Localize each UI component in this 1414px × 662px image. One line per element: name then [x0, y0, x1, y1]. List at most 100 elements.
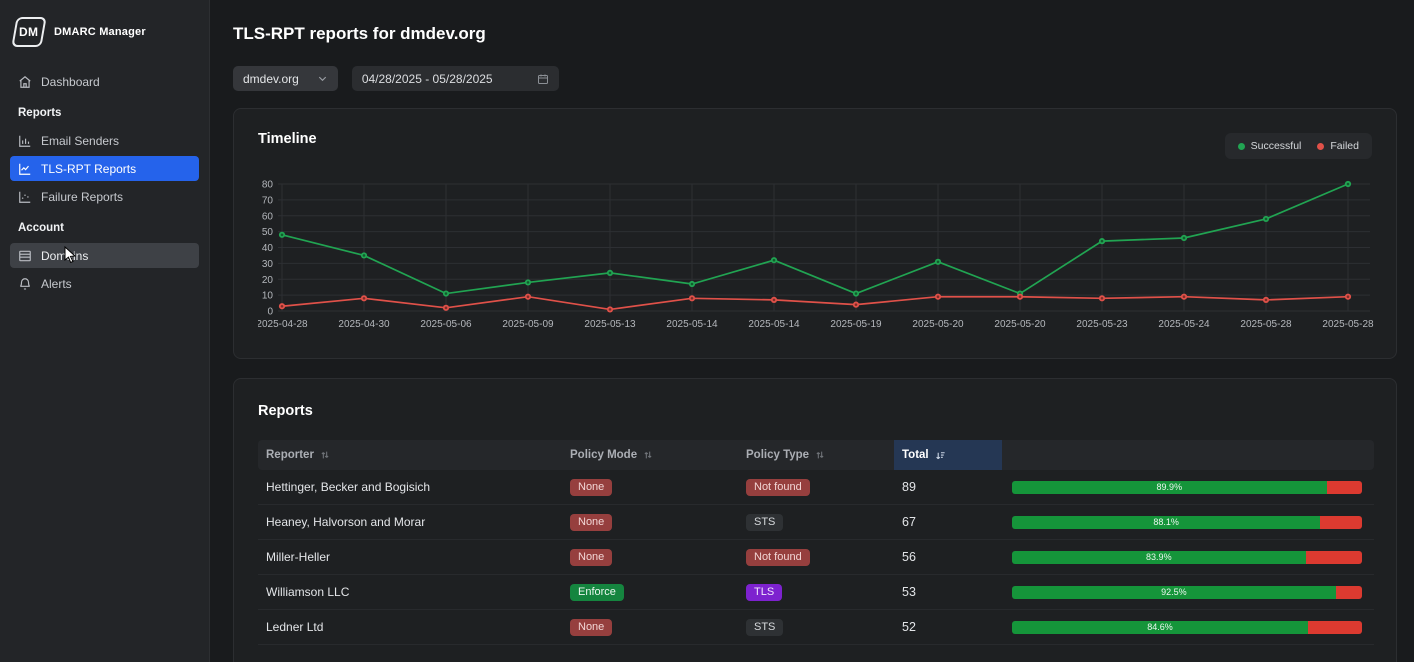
svg-text:2025-05-20: 2025-05-20: [912, 319, 964, 330]
success-ratio-bar: 92.5%: [1012, 586, 1362, 599]
reporter-cell: Heaney, Halvorson and Morar: [258, 515, 562, 529]
legend-item-failed[interactable]: Failed: [1317, 140, 1359, 152]
success-segment: 83.9%: [1012, 551, 1306, 564]
main-content: TLS-RPT reports for dmdev.org dmdev.org …: [210, 0, 1414, 662]
sidebar: DM DMARC Manager Dashboard Reports Email…: [0, 0, 210, 662]
success-ratio-cell: 89.9%: [1002, 481, 1374, 494]
policy-mode-cell: None: [562, 549, 738, 566]
svg-text:2025-05-28: 2025-05-28: [1322, 319, 1374, 330]
svg-text:2025-05-20: 2025-05-20: [994, 319, 1046, 330]
column-header-policy-type[interactable]: Policy Type: [738, 440, 894, 470]
date-range-value: 04/28/2025 - 05/28/2025: [362, 72, 493, 86]
bell-icon: [18, 277, 32, 291]
column-header-reporter[interactable]: Reporter: [258, 440, 562, 470]
reports-panel: Reports Reporter Policy Mode Policy Type…: [233, 378, 1397, 662]
policy-mode-cell: Enforce: [562, 584, 738, 601]
sort-icon: [320, 450, 330, 460]
legend-dot-successful: [1238, 143, 1245, 150]
failed-segment: [1308, 621, 1362, 634]
timeline-panel: Timeline Successful Failed 0102030405060…: [233, 108, 1397, 359]
failed-segment: [1336, 586, 1362, 599]
chevron-down-icon: [317, 73, 328, 84]
reports-table: Reporter Policy Mode Policy Type Total H…: [258, 440, 1374, 645]
total-cell: 56: [894, 550, 1002, 564]
sidebar-item-label: Failure Reports: [41, 190, 123, 204]
sidebar-item-alerts[interactable]: Alerts: [10, 271, 199, 296]
policy-mode-badge: None: [570, 514, 612, 531]
sidebar-section-account: Account: [18, 222, 191, 234]
policy-mode-cell: None: [562, 514, 738, 531]
svg-text:2025-05-24: 2025-05-24: [1158, 319, 1210, 330]
total-cell: 67: [894, 515, 1002, 529]
table-row[interactable]: Miller-HellerNoneNot found5683.9%: [258, 540, 1374, 575]
table-row[interactable]: Heaney, Halvorson and Morar None STS67 88.1…: [258, 505, 1374, 540]
svg-text:2025-05-06: 2025-05-06: [420, 319, 472, 330]
success-ratio-bar: 89.9%: [1012, 481, 1362, 494]
column-header-chart: [1002, 440, 1374, 470]
domain-select[interactable]: dmdev.org: [233, 66, 338, 91]
reporter-cell: Hettinger, Becker and Bogisich: [258, 480, 562, 494]
svg-text:10: 10: [262, 291, 274, 302]
policy-type-badge: Not found: [746, 549, 810, 566]
policy-type-cell: TLS: [738, 584, 894, 601]
policy-mode-cell: None: [562, 619, 738, 636]
app-name: DMARC Manager: [54, 26, 146, 38]
home-icon: [18, 75, 32, 89]
success-ratio-cell: 83.9%: [1002, 551, 1374, 564]
failed-segment: [1320, 516, 1362, 529]
reports-title: Reports: [258, 403, 1372, 419]
svg-text:2025-05-09: 2025-05-09: [502, 319, 554, 330]
reporter-cell: Ledner Ltd: [258, 620, 562, 634]
success-ratio-cell: 88.1%: [1002, 516, 1374, 529]
sidebar-item-dashboard[interactable]: Dashboard: [10, 69, 199, 94]
svg-text:2025-05-23: 2025-05-23: [1076, 319, 1128, 330]
success-segment: 92.5%: [1012, 586, 1336, 599]
total-cell: 53: [894, 585, 1002, 599]
policy-type-badge: Not found: [746, 479, 810, 496]
policy-mode-badge: None: [570, 549, 612, 566]
table-row[interactable]: Williamson LLCEnforceTLS5392.5%: [258, 575, 1374, 610]
policy-type-cell: STS: [738, 619, 894, 636]
policy-type-cell: STS: [738, 514, 894, 531]
svg-text:20: 20: [262, 275, 274, 286]
legend-item-successful[interactable]: Successful: [1238, 140, 1302, 152]
table-row[interactable]: Hettinger, Becker and BogisichNone Not fo…: [258, 470, 1374, 505]
table-body: Hettinger, Becker and BogisichNoneNot fo…: [258, 470, 1374, 645]
table-row[interactable]: Ledner LtdNoneSTS5284.6%: [258, 610, 1374, 645]
svg-text:80: 80: [262, 180, 274, 191]
sidebar-nav: Dashboard Reports Email Senders TLS-RPT …: [0, 61, 209, 296]
column-header-policy-mode[interactable]: Policy Mode: [562, 440, 738, 470]
sidebar-item-label: Email Senders: [41, 134, 119, 148]
sidebar-item-domains[interactable]: Domains: [10, 243, 199, 268]
policy-type-badge: STS: [746, 619, 783, 636]
svg-text:50: 50: [262, 227, 274, 238]
success-segment: 89.9%: [1012, 481, 1327, 494]
sort-icon: [815, 450, 825, 460]
svg-text:2025-05-14: 2025-05-14: [748, 319, 800, 330]
chart-legend: Successful Failed: [1225, 133, 1372, 159]
filters-bar: dmdev.org 04/28/2025 - 05/28/2025: [233, 66, 1397, 91]
policy-mode-cell: None: [562, 479, 738, 496]
timeline-title: Timeline: [258, 131, 1372, 147]
svg-text:70: 70: [262, 195, 274, 206]
scatter-chart-icon: [18, 190, 32, 204]
sidebar-item-label: Alerts: [41, 277, 72, 291]
date-range-input[interactable]: 04/28/2025 - 05/28/2025: [352, 66, 559, 91]
line-chart: 010203040506070802025-04-282025-04-30202…: [258, 174, 1374, 334]
total-cell: 89: [894, 480, 1002, 494]
svg-text:2025-05-14: 2025-05-14: [666, 319, 718, 330]
svg-text:30: 30: [262, 259, 274, 270]
svg-text:2025-05-19: 2025-05-19: [830, 319, 882, 330]
domain-select-value: dmdev.org: [243, 72, 299, 86]
success-ratio-cell: 92.5%: [1002, 586, 1374, 599]
success-segment: 88.1%: [1012, 516, 1320, 529]
sidebar-item-email-senders[interactable]: Email Senders: [10, 128, 199, 153]
svg-text:2025-05-13: 2025-05-13: [584, 319, 636, 330]
sidebar-item-tls-rpt-reports[interactable]: TLS-RPT Reports: [10, 156, 199, 181]
failed-segment: [1306, 551, 1362, 564]
bar-chart-icon: [18, 134, 32, 148]
svg-text:60: 60: [262, 211, 274, 222]
sidebar-item-failure-reports[interactable]: Failure Reports: [10, 184, 199, 209]
page-title: TLS-RPT reports for dmdev.org: [233, 24, 1397, 44]
column-header-total[interactable]: Total: [894, 440, 1002, 470]
